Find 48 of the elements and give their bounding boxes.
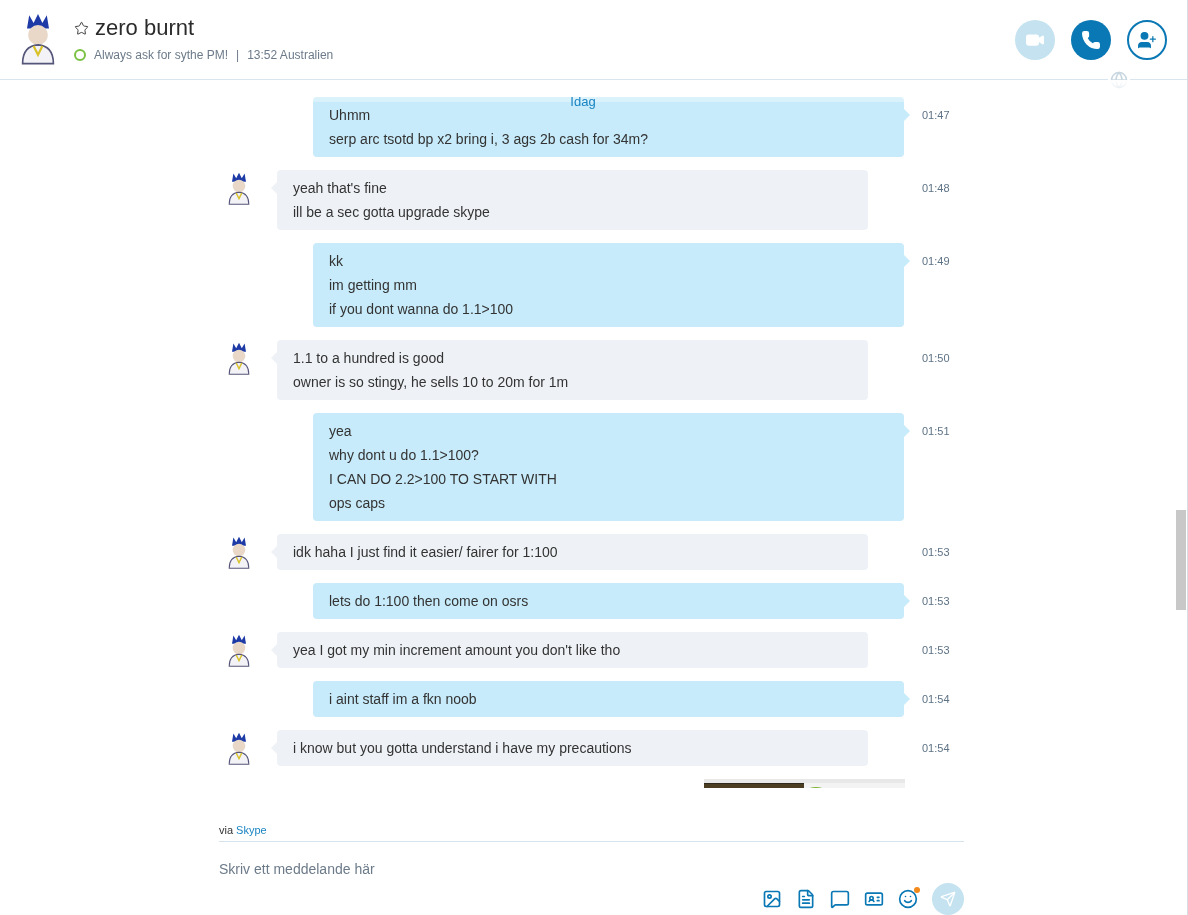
message-time: 01:53	[922, 545, 950, 560]
message-time: 01:51	[922, 424, 950, 439]
message-time: 01:50	[922, 351, 950, 366]
send-icon	[940, 891, 956, 907]
message-time: 01:54	[922, 692, 950, 707]
local-time: 13:52 Australien	[247, 47, 334, 65]
message-time: 01:54	[922, 741, 950, 756]
message-text: if you dont wanna do 1.1>100	[329, 300, 514, 319]
contact-card-icon[interactable]	[864, 889, 884, 909]
online-status-icon	[74, 49, 86, 62]
image-icon[interactable]	[762, 889, 782, 909]
message-text: kk	[329, 252, 343, 271]
call-button[interactable]	[1071, 19, 1111, 60]
message-text: I CAN DO 2.2>100 TO START WITH	[329, 470, 557, 489]
message-time: 01:53	[922, 643, 950, 658]
message-text: why dont u do 1.1>100?	[329, 446, 479, 465]
service-link[interactable]: Skype	[236, 821, 267, 838]
separator: |	[236, 47, 240, 65]
message-text: lets do 1:100 then come on osrs	[329, 592, 529, 611]
message-text: Uhmm	[329, 106, 371, 125]
message-time: 01:53	[922, 594, 950, 609]
message-text: im getting mm	[329, 276, 417, 295]
message-text: yeah that's fine	[293, 179, 387, 198]
message-text: owner is so stingy, he sells 10 to 20m for 1m	[293, 373, 569, 392]
message-input[interactable]: Skriv ett meddelande här	[219, 859, 964, 880]
message-text: yea	[329, 422, 352, 441]
mood-message: Always ask for sythe PM!	[94, 47, 229, 65]
file-icon[interactable]	[796, 889, 816, 909]
message-text: yea I got my min increment amount you don't like tho	[293, 641, 621, 660]
message-text: serp arc tsotd bp x2 bring i, 3 ags 2b cash for 34m?	[329, 130, 649, 149]
favorite-star-icon[interactable]	[74, 21, 89, 36]
message-text: ill be a sec gotta upgrade skype	[293, 203, 490, 222]
add-person-icon	[1137, 29, 1157, 50]
scrollbar-thumb[interactable]	[1176, 510, 1186, 610]
phone-icon	[1081, 29, 1101, 50]
message-text: idk haha I just find it easier/ fairer for 1:100	[293, 543, 558, 562]
add-contact-button[interactable]	[1127, 19, 1167, 60]
message-time: 01:48	[922, 181, 950, 196]
message-text: ops caps	[329, 494, 386, 513]
contact-name: zero burnt	[95, 14, 195, 43]
message-time: 01:47	[922, 108, 950, 123]
date-label: Idag	[570, 93, 596, 110]
message-text: i aint staff im a fkn noob	[329, 690, 477, 709]
emoji-icon[interactable]	[898, 889, 918, 909]
message-time: 01:49	[922, 254, 950, 269]
message-text: 1.1 to a hundred is good	[293, 349, 444, 368]
via-label: via	[219, 822, 234, 838]
message-text: i know but you gotta understand i have my precautions	[293, 739, 632, 758]
